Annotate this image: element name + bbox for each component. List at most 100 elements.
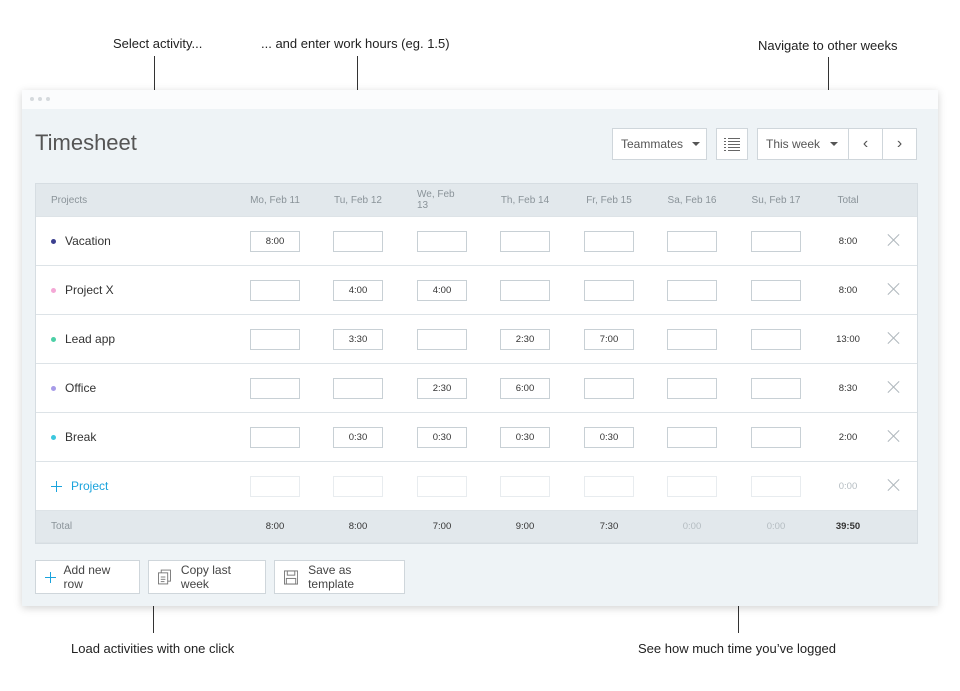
copy-last-week-button[interactable]: Copy last week [148,560,266,594]
copy-icon [158,569,171,585]
hours-input[interactable] [500,476,550,497]
project-name: Office [65,381,97,395]
hours-input[interactable]: 0:30 [500,427,550,448]
hours-input[interactable]: 2:30 [417,378,467,399]
row-total: 8:30 [838,382,858,394]
add-new-row-button[interactable]: Add new row [35,560,140,594]
hours-input[interactable] [500,280,550,301]
hours-input[interactable] [500,231,550,252]
project-selector[interactable]: Vacation [51,217,111,265]
chevron-down-icon [692,142,701,146]
save-as-template-label: Save as template [308,563,355,591]
column-header: Su, Feb 17 [751,194,801,206]
hours-input[interactable] [250,280,300,301]
hours-input[interactable]: 3:30 [333,329,383,350]
week-selector[interactable]: This week ‹ › [757,128,917,160]
hours-input[interactable] [584,378,634,399]
callout-load-activities: Load activities with one click [71,641,235,656]
table-row: Vacation 8:00 8:00 [36,217,917,266]
hours-input[interactable] [417,476,467,497]
window-dot [38,97,42,101]
add-project-button[interactable]: Project [51,462,108,510]
window-titlebar [22,90,938,109]
hours-input[interactable] [667,476,717,497]
close-icon[interactable] [888,283,900,295]
project-color-dot [51,287,56,293]
prev-week-button[interactable]: ‹ [849,129,883,159]
table-row: Break 0:30 0:30 0:30 0:30 2:00 [36,413,917,462]
hours-input[interactable] [751,378,801,399]
table-footer: Total 8:00 8:00 7:00 9:00 7:30 0:00 0:00 39:50 [36,511,917,543]
row-total: 13:00 [836,333,860,345]
hours-input[interactable] [417,329,467,350]
hours-input[interactable] [584,280,634,301]
app-window: Timesheet Teammates This week ‹ › Projec… [22,90,938,606]
hours-input[interactable] [667,231,717,252]
hours-input[interactable]: 2:30 [500,329,550,350]
hours-input[interactable] [333,378,383,399]
hours-input[interactable] [584,231,634,252]
week-dropdown[interactable]: This week [758,129,849,159]
column-header: Tu, Feb 12 [334,194,382,206]
project-selector[interactable]: Project X [51,266,114,314]
close-icon[interactable] [888,479,900,491]
table-row: Project X 4:00 4:00 8:00 [36,266,917,315]
project-selector[interactable]: Lead app [51,315,115,363]
hours-input[interactable]: 4:00 [417,280,467,301]
save-as-template-button[interactable]: Save as template [274,560,405,594]
hours-input[interactable] [751,329,801,350]
hours-input[interactable] [250,329,300,350]
hours-input[interactable] [333,476,383,497]
list-view-button[interactable] [716,128,748,160]
hours-input[interactable]: 0:30 [417,427,467,448]
hours-input[interactable] [667,378,717,399]
chevron-left-icon: ‹ [862,135,869,152]
project-color-dot [51,385,56,391]
hours-input[interactable] [250,427,300,448]
row-total: 2:00 [838,431,858,443]
column-header: Th, Feb 14 [500,194,550,206]
plus-icon [51,480,62,492]
close-icon[interactable] [888,430,900,442]
project-selector[interactable]: Office [51,364,96,412]
table-header: Projects Mo, Feb 11 Tu, Feb 12 We, Feb 13 Th… [36,184,917,217]
hours-input[interactable]: 6:00 [500,378,550,399]
project-selector[interactable]: Break [51,413,96,461]
hours-input[interactable] [667,427,717,448]
project-color-dot [51,238,56,244]
table-row: Lead app 3:30 2:30 7:00 13:00 [36,315,917,364]
save-icon [284,569,299,585]
row-total: 8:00 [838,284,858,296]
add-project-row: Project 0:00 [36,462,917,511]
hours-input[interactable] [667,280,717,301]
next-week-button[interactable]: › [883,129,916,159]
hours-input[interactable] [250,476,300,497]
hours-input[interactable]: 8:00 [250,231,300,252]
callout-time-logged: See how much time you’ve logged [638,641,837,656]
hours-input[interactable]: 0:30 [584,427,634,448]
close-icon[interactable] [888,381,900,393]
teammates-dropdown[interactable]: Teammates [612,128,707,160]
hours-input[interactable] [417,231,467,252]
close-icon[interactable] [888,332,900,344]
hours-input[interactable] [751,476,801,497]
plus-icon [45,571,56,583]
hours-input[interactable] [751,280,801,301]
day-total: 7:00 [432,521,452,532]
week-label: This week [766,137,821,151]
project-color-dot [51,336,56,342]
window-dot [30,97,34,101]
hours-input[interactable] [250,378,300,399]
hours-input[interactable] [667,329,717,350]
callout-navigate-weeks: Navigate to other weeks [758,38,898,53]
hours-input[interactable]: 0:30 [333,427,383,448]
hours-input[interactable]: 4:00 [333,280,383,301]
hours-input[interactable] [584,476,634,497]
close-icon[interactable] [888,234,900,246]
row-total: 8:00 [838,235,858,247]
hours-input[interactable] [751,231,801,252]
project-color-dot [51,434,56,440]
hours-input[interactable]: 7:00 [584,329,634,350]
hours-input[interactable] [333,231,383,252]
hours-input[interactable] [751,427,801,448]
